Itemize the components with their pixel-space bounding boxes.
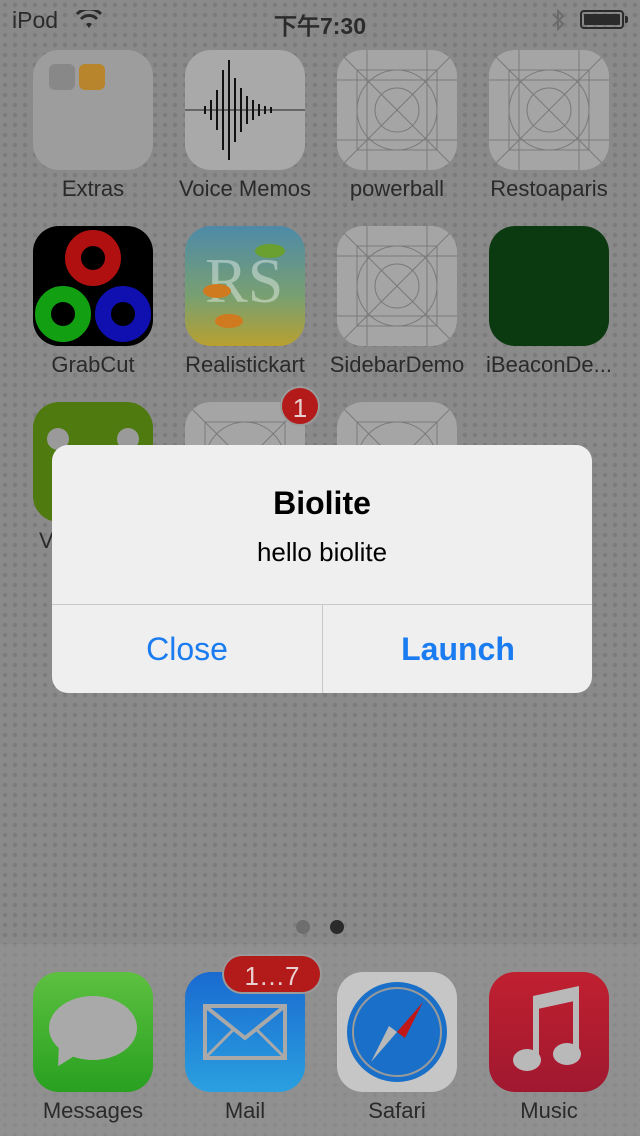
app-restoaparis[interactable]: Restoaparis [473,50,625,202]
page-dot-active[interactable] [330,920,345,934]
app-voice-memos[interactable]: Voice Memos [169,50,321,202]
app-powerball[interactable]: powerball [321,50,473,202]
alert-title: Biolite [273,485,371,521]
bluetooth-icon [552,8,565,32]
dock: Messages Mail 1…7 Safari Music [0,944,640,1136]
app-extras[interactable]: Extras [17,50,169,202]
app-label: Extras [61,176,125,201]
voice-memos-icon [185,50,305,170]
close-button[interactable]: Close [52,605,322,693]
folder-icon [33,50,153,170]
alert-message: hello biolite [256,537,388,567]
page-dot[interactable] [295,920,310,934]
app-label: powerball [349,176,445,201]
app-label: Messages [42,1098,144,1123]
notification-badge: 1 [280,386,320,426]
app-messages[interactable]: Messages [17,972,169,1124]
ibeacon-icon [489,226,609,346]
placeholder-app-icon [337,226,457,346]
app-sidebardemo[interactable]: SidebarDemo [321,226,473,378]
app-ibeacondemo[interactable]: iBeaconDe... [473,226,625,378]
app-safari[interactable]: Safari [321,972,473,1124]
page-indicator[interactable] [0,920,640,939]
app-label: Voice Memos [178,176,312,201]
app-label: Restoaparis [490,176,608,201]
mail-badge: 1…7 [222,954,322,994]
placeholder-app-icon [337,50,457,170]
realistickart-icon: RS [185,226,305,346]
grabcut-icon [33,226,153,346]
app-label: Realistickart [185,352,305,377]
app-label: Safari [368,1098,426,1123]
app-label: SidebarDemo [329,352,465,377]
status-bar: iPod 下午7:30 [0,0,640,40]
app-music[interactable]: Music [473,972,625,1124]
safari-icon [337,972,457,1092]
placeholder-app-icon [489,50,609,170]
app-label: GrabCut [51,352,135,377]
app-mail[interactable]: Mail [169,972,321,1124]
app-label: Music [520,1098,578,1123]
clock: 下午7:30 [273,13,367,39]
app-label: iBeaconDe... [486,352,612,377]
app-label: Mail [224,1098,266,1123]
music-icon [489,972,609,1092]
alert-dialog: Biolite hello biolite Close Launch [52,445,592,693]
launch-button[interactable]: Launch [323,605,592,693]
app-realistickart[interactable]: RS Realistickart [169,226,321,378]
app-grabcut[interactable]: GrabCut [17,226,169,378]
battery-icon [580,10,628,29]
messages-icon [33,972,153,1092]
